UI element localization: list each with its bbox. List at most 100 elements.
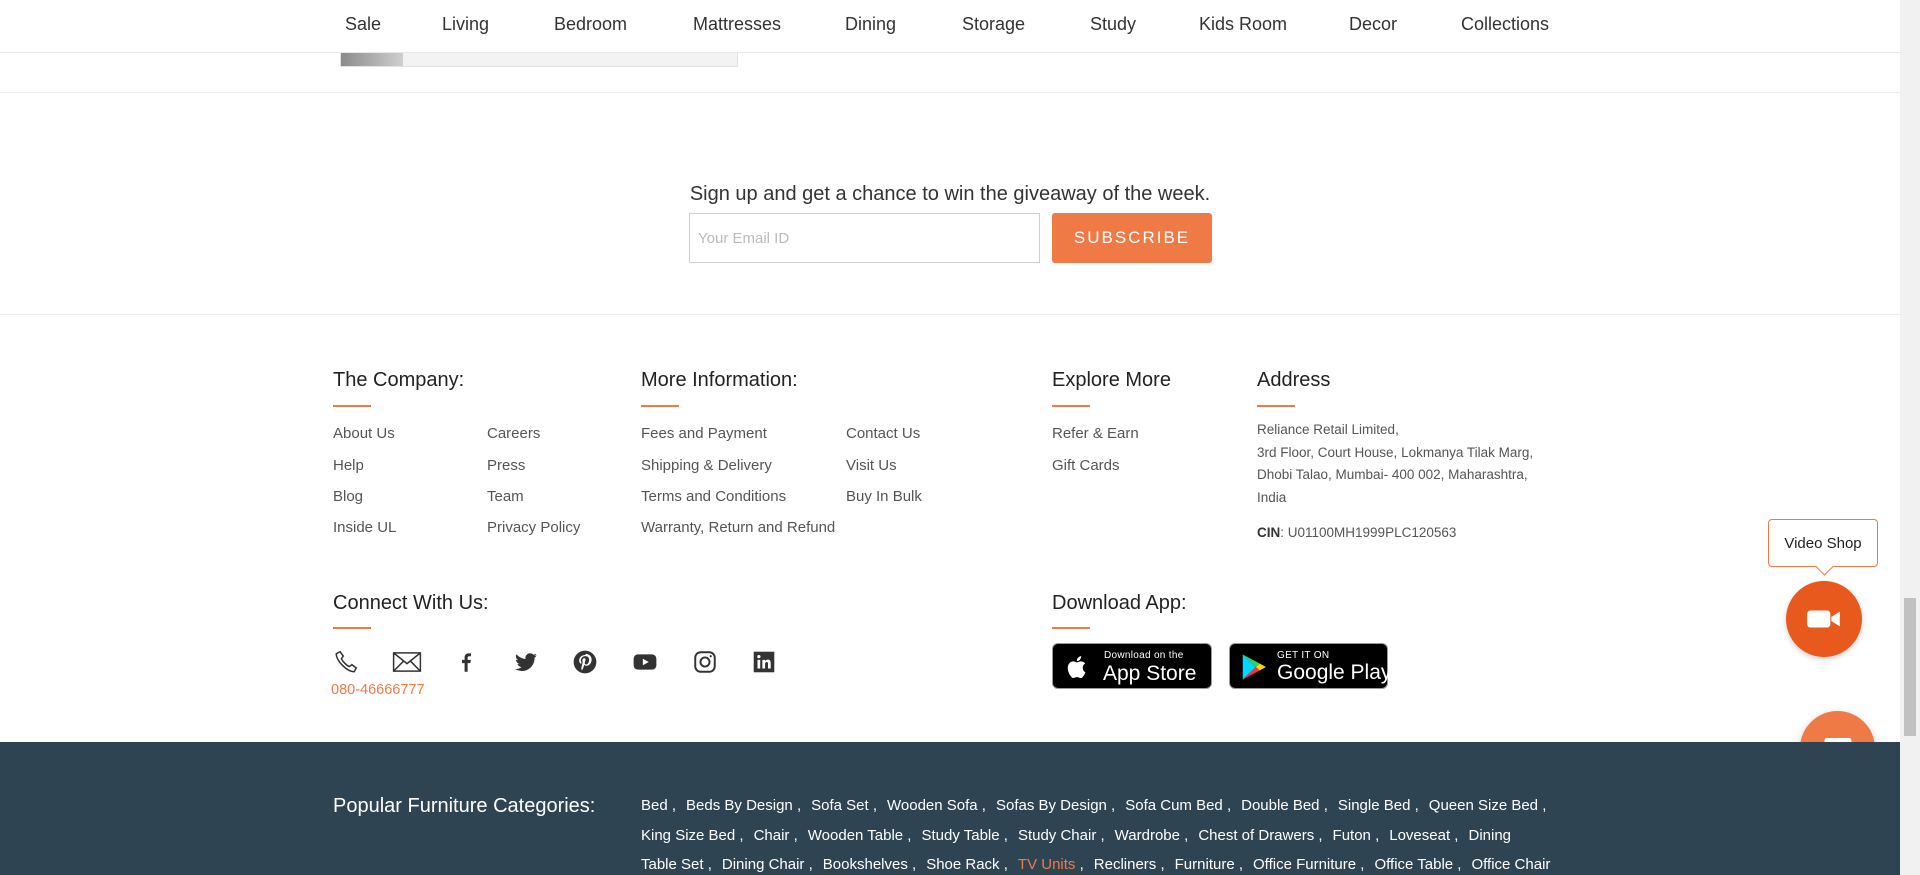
link-inside-ul[interactable]: Inside UL	[333, 519, 396, 536]
category-link[interactable]: Queen Size Bed	[1429, 797, 1538, 814]
download-heading: Download App:	[1052, 592, 1187, 614]
subscribe-button[interactable]: SUBSCRIBE	[1052, 213, 1212, 263]
connect-heading: Connect With Us:	[333, 592, 489, 614]
nav-item-sale[interactable]: Sale	[345, 14, 381, 35]
category-separator: ,	[1453, 856, 1462, 873]
phone-icon[interactable]	[331, 647, 361, 677]
pinterest-icon[interactable]	[570, 647, 600, 677]
link-visit-us[interactable]: Visit Us	[846, 457, 897, 474]
link-terms-and-conditions[interactable]: Terms and Conditions	[641, 488, 786, 505]
category-link[interactable]: Recliners	[1094, 856, 1157, 873]
page: Sale Living Bedroom Mattresses Dining St…	[0, 0, 1920, 875]
popular-categories-heading: Popular Furniture Categories:	[333, 795, 596, 817]
product-thumbnail-strip[interactable]	[340, 53, 738, 67]
category-link[interactable]: Office Table	[1374, 856, 1453, 873]
category-link[interactable]: Sofas By Design	[996, 797, 1107, 814]
category-link[interactable]: Dining Chair	[722, 856, 805, 873]
category-link[interactable]: Study Chair	[1018, 827, 1096, 844]
link-warranty-return-refund[interactable]: Warranty, Return and Refund	[641, 519, 835, 536]
linkedin-icon[interactable]	[749, 647, 779, 677]
twitter-icon[interactable]	[511, 647, 541, 677]
mail-icon[interactable]	[392, 647, 422, 677]
link-fees-and-payment[interactable]: Fees and Payment	[641, 425, 767, 442]
category-separator: ,	[1179, 827, 1189, 844]
nav-item-mattresses[interactable]: Mattresses	[693, 14, 781, 35]
link-contact-us[interactable]: Contact Us	[846, 425, 920, 442]
heading-underline	[1257, 405, 1295, 407]
email-input[interactable]	[689, 213, 1040, 263]
instagram-icon[interactable]	[690, 647, 720, 677]
category-link[interactable]: Double Bed	[1241, 797, 1319, 814]
link-shipping-delivery[interactable]: Shipping & Delivery	[641, 457, 772, 474]
category-link[interactable]: Loveseat	[1389, 827, 1450, 844]
category-row: King Size Bed , Chair , Wooden Table , Stud…	[641, 827, 1511, 844]
category-link[interactable]: Bed	[641, 797, 668, 814]
category-link[interactable]: Study Table	[921, 827, 999, 844]
category-separator: ,	[1370, 827, 1380, 844]
link-blog[interactable]: Blog	[333, 488, 363, 505]
category-link[interactable]: Wardrobe	[1115, 827, 1180, 844]
nav-item-storage[interactable]: Storage	[962, 14, 1025, 35]
heading-underline	[1052, 405, 1090, 407]
nav-item-study[interactable]: Study	[1090, 14, 1136, 35]
link-help[interactable]: Help	[333, 457, 364, 474]
category-link[interactable]: Chair	[754, 827, 790, 844]
link-refer-and-earn[interactable]: Refer & Earn	[1052, 425, 1139, 442]
vertical-scrollbar[interactable]	[1900, 0, 1920, 875]
google-play-big-text: Google Play	[1277, 661, 1392, 684]
company-heading: The Company:	[333, 369, 465, 391]
youtube-icon[interactable]	[630, 647, 660, 677]
category-link[interactable]: Bookshelves	[823, 856, 908, 873]
link-gift-cards[interactable]: Gift Cards	[1052, 457, 1120, 474]
cin-label: CIN	[1257, 525, 1281, 540]
heading-underline	[641, 405, 679, 407]
category-separator: ,	[1356, 856, 1365, 873]
category-link[interactable]: Sofa Cum Bed	[1125, 797, 1223, 814]
link-careers[interactable]: Careers	[487, 425, 540, 442]
category-link[interactable]: Beds By Design	[686, 797, 793, 814]
category-link[interactable]: TV Units	[1018, 856, 1076, 873]
category-link[interactable]: Office Chair	[1471, 856, 1550, 873]
video-shop-button[interactable]	[1786, 581, 1862, 657]
category-link[interactable]: Futon	[1333, 827, 1371, 844]
category-separator: ,	[1075, 856, 1084, 873]
nav-item-collections[interactable]: Collections	[1461, 14, 1549, 35]
category-separator: ,	[868, 797, 878, 814]
category-link[interactable]: Single Bed	[1338, 797, 1411, 814]
category-link[interactable]: Furniture	[1175, 856, 1235, 873]
category-separator: ,	[1314, 827, 1323, 844]
video-shop-tooltip[interactable]: Video Shop	[1768, 519, 1878, 567]
google-play-badge[interactable]: GET IT ON Google Play	[1229, 643, 1392, 689]
category-row: Table Set , Dining Chair , Bookshelves , Sh…	[641, 856, 1550, 873]
category-link[interactable]: Chest of Drawers	[1198, 827, 1314, 844]
category-separator: ,	[735, 827, 744, 844]
google-play-icon	[1242, 654, 1266, 680]
category-link[interactable]: Dining	[1468, 827, 1511, 844]
heading-underline	[1052, 627, 1090, 629]
category-separator: ,	[667, 797, 677, 814]
category-link[interactable]: Shoe Rack	[926, 856, 999, 873]
nav-item-bedroom[interactable]: Bedroom	[554, 14, 627, 35]
nav-item-dining[interactable]: Dining	[845, 14, 896, 35]
category-link[interactable]: Office Furniture	[1253, 856, 1356, 873]
category-link[interactable]: Wooden Sofa	[887, 797, 978, 814]
link-press[interactable]: Press	[487, 457, 525, 474]
nav-item-kids-room[interactable]: Kids Room	[1199, 14, 1287, 35]
app-store-badge[interactable]: Download on the App Store	[1052, 643, 1212, 689]
nav-item-decor[interactable]: Decor	[1349, 14, 1397, 35]
scrollbar-thumb[interactable]	[1904, 598, 1916, 736]
link-about-us[interactable]: About Us	[333, 425, 395, 442]
link-privacy-policy[interactable]: Privacy Policy	[487, 519, 580, 536]
category-separator: ,	[1222, 797, 1232, 814]
facebook-icon[interactable]	[451, 647, 481, 677]
more-info-heading: More Information:	[641, 369, 798, 391]
link-buy-in-bulk[interactable]: Buy In Bulk	[846, 488, 922, 505]
category-separator: ,	[1319, 797, 1328, 814]
link-team[interactable]: Team	[487, 488, 524, 505]
category-link[interactable]: King Size Bed	[641, 827, 735, 844]
phone-number[interactable]: 080-46666777	[331, 682, 425, 698]
category-link[interactable]: Table Set	[641, 856, 704, 873]
nav-item-living[interactable]: Living	[442, 14, 489, 35]
category-link[interactable]: Sofa Set	[811, 797, 869, 814]
category-link[interactable]: Wooden Table	[808, 827, 903, 844]
